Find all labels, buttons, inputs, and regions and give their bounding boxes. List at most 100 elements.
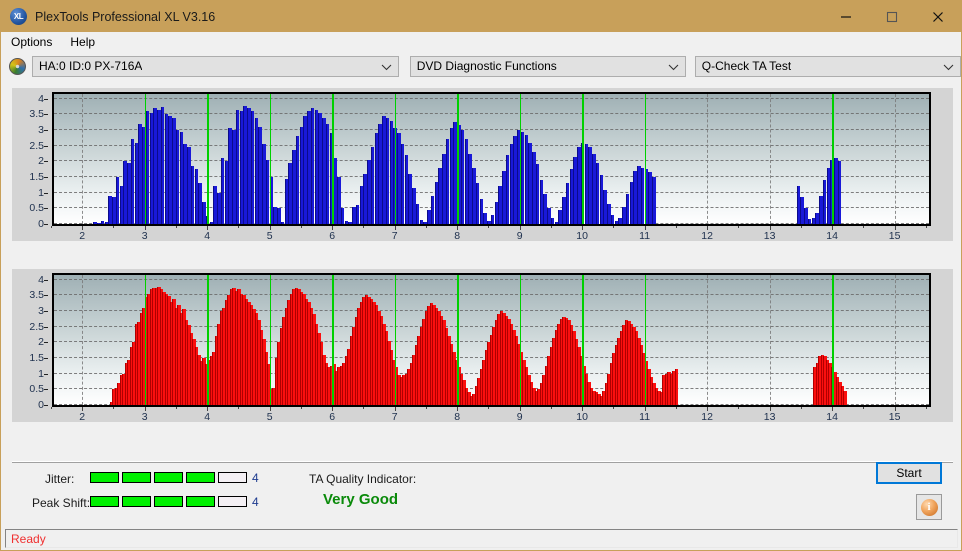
marker-line xyxy=(394,275,397,405)
marker-line xyxy=(332,275,334,405)
marker-line xyxy=(207,275,209,405)
ta-quality-value: Very Good xyxy=(323,491,399,508)
x-axis-tick xyxy=(863,407,865,409)
y-axis-tick xyxy=(44,161,48,163)
menu-item-options[interactable]: Options xyxy=(3,33,60,51)
y-axis-tick-label: 3.5 xyxy=(29,289,44,302)
x-axis-tick-label: 7 xyxy=(391,411,398,423)
info-button[interactable]: i xyxy=(916,494,942,520)
x-axis-tick-label: 6 xyxy=(329,411,336,423)
peak-shift-chart-plot xyxy=(52,273,931,407)
x-axis-tick-label: 5 xyxy=(266,230,273,242)
x-axis-tick-label: 8 xyxy=(454,411,461,423)
close-icon[interactable] xyxy=(915,1,961,32)
y-axis-tick-label: 1.5 xyxy=(29,352,44,364)
x-axis-tick-label: 3 xyxy=(141,230,148,242)
marker-line xyxy=(144,94,147,224)
peak-shift-label: Peak Shift: xyxy=(32,496,91,510)
marker-line xyxy=(269,275,272,405)
meter-segment xyxy=(218,472,247,483)
x-axis-tick-label: 10 xyxy=(576,230,588,242)
y-axis-tick xyxy=(44,311,48,313)
y-axis-tick xyxy=(44,279,48,281)
x-axis-tick xyxy=(613,407,615,409)
x-axis-tick xyxy=(238,226,240,228)
x-axis-tick xyxy=(925,226,927,228)
x-axis-tick xyxy=(363,226,365,228)
device-select[interactable]: HA:0 ID:0 PX-716A xyxy=(32,55,399,78)
y-axis-tick xyxy=(44,114,48,116)
device-select-value: HA:0 ID:0 PX-716A xyxy=(39,59,143,73)
x-axis-tick xyxy=(488,226,490,228)
start-button[interactable]: Start xyxy=(876,462,942,484)
y-axis-tick-label: 0.5 xyxy=(29,202,44,215)
jitter-chart-y-axis: 0 0.5 1 1.5 2 2.5 3 3.5 4 xyxy=(12,92,48,230)
info-icon: i xyxy=(920,498,938,516)
minimize-icon[interactable] xyxy=(823,1,869,32)
disc-icon xyxy=(9,57,26,75)
meter-segment xyxy=(122,496,151,507)
y-axis-tick xyxy=(44,342,48,344)
x-axis-tick-label: 10 xyxy=(576,411,588,423)
x-axis-tick-label: 2 xyxy=(79,230,86,242)
jitter-chart-plot xyxy=(52,92,931,226)
menu-item-help[interactable]: Help xyxy=(62,33,103,51)
peak-shift-chart-bars xyxy=(54,275,929,405)
meter-segment xyxy=(90,472,119,483)
jitter-chart-x-axis: 2 3 4 5 6 7 8 9 10 11 12 13 14 15 xyxy=(52,229,931,244)
y-axis-tick xyxy=(44,98,48,100)
marker-line xyxy=(332,94,334,224)
x-axis-tick xyxy=(800,226,802,228)
status-text: Ready xyxy=(11,531,46,546)
chart-bar xyxy=(837,161,842,224)
x-axis-tick xyxy=(863,226,865,228)
x-axis-tick xyxy=(738,407,740,409)
peak-shift-chart-panel: 0 0.5 1 1.5 2 2.5 3 3.5 4 2 3 4 5 6 7 8 9 10 11 12 13 14 15 xyxy=(12,269,953,423)
x-axis-tick xyxy=(175,226,177,228)
meter-segment xyxy=(186,472,215,483)
x-axis-tick xyxy=(300,226,302,228)
meter-segment xyxy=(154,472,183,483)
maximize-icon[interactable] xyxy=(869,1,915,32)
test-select-value: Q-Check TA Test xyxy=(701,59,792,73)
function-select-value: DVD Diagnostic Functions xyxy=(416,59,557,73)
marker-line xyxy=(582,275,584,405)
ta-quality-label: TA Quality Indicator: xyxy=(309,472,417,486)
peak-shift-value: 4 xyxy=(252,495,259,509)
marker-line xyxy=(644,94,647,224)
marker-line xyxy=(582,94,584,224)
x-axis-tick xyxy=(613,226,615,228)
chart-bar xyxy=(843,390,847,405)
window-controls xyxy=(823,1,961,32)
x-axis-tick xyxy=(800,407,802,409)
application-window: XL PlexTools Professional XL V3.16 Optio… xyxy=(0,0,962,551)
x-axis-tick xyxy=(675,226,677,228)
jitter-value: 4 xyxy=(252,471,259,485)
function-select[interactable]: DVD Diagnostic Functions xyxy=(409,55,686,77)
marker-line xyxy=(394,94,397,224)
x-axis-tick-label: 11 xyxy=(639,411,651,423)
x-axis-tick-label: 14 xyxy=(826,411,838,423)
x-axis-tick xyxy=(113,226,115,228)
x-axis-tick-label: 7 xyxy=(391,230,398,242)
x-axis-tick-label: 8 xyxy=(454,230,461,242)
y-axis-tick xyxy=(44,145,48,147)
y-axis-tick xyxy=(44,192,48,194)
marker-line xyxy=(144,275,147,405)
x-axis-tick-label: 13 xyxy=(763,230,776,242)
marker-line xyxy=(457,275,459,405)
meter-segment xyxy=(122,472,151,483)
x-axis-tick xyxy=(50,226,52,228)
status-bar: Ready xyxy=(5,529,958,548)
y-axis-tick xyxy=(44,373,48,375)
results-panel: Jitter: 4 Peak Shift: 4 TA Quality Indic… xyxy=(12,461,953,523)
chevron-down-icon xyxy=(381,57,392,78)
x-axis-tick xyxy=(488,407,490,409)
chevron-down-icon xyxy=(943,57,954,78)
x-axis-tick xyxy=(738,226,740,228)
test-select[interactable]: Q-Check TA Test xyxy=(694,55,961,78)
x-axis-tick xyxy=(925,407,927,409)
x-axis-tick xyxy=(175,407,177,409)
x-axis-tick xyxy=(675,407,677,409)
y-axis-tick xyxy=(44,130,48,132)
